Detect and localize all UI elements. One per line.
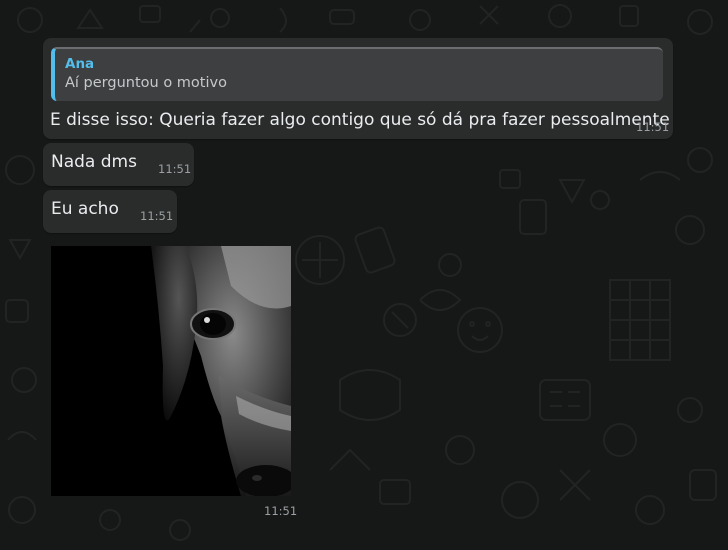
- quote-text: Aí perguntou o motivo: [65, 75, 227, 91]
- message-time: 11:51: [140, 209, 174, 223]
- dog-photo: [51, 246, 291, 496]
- image-message[interactable]: [51, 246, 291, 496]
- message-bubble-quoted[interactable]: Ana Aí perguntou o motivo E disse isso: …: [43, 38, 673, 139]
- image-message-time: 11:51: [264, 504, 298, 518]
- message-bubble[interactable]: Eu acho 11:51: [43, 190, 177, 233]
- message-bubble[interactable]: Nada dms 11:51: [43, 143, 194, 186]
- message-time: 11:51: [158, 162, 192, 176]
- message-text: Eu acho: [51, 199, 119, 219]
- quoted-message[interactable]: Ana Aí perguntou o motivo: [51, 47, 663, 101]
- quote-author: Ana: [65, 56, 95, 72]
- message-text: Nada dms: [51, 152, 137, 172]
- chat-area: Ana Aí perguntou o motivo E disse isso: …: [0, 0, 728, 550]
- message-time: 11:51: [636, 120, 670, 134]
- message-text: E disse isso: Queria fazer algo contigo …: [50, 110, 670, 130]
